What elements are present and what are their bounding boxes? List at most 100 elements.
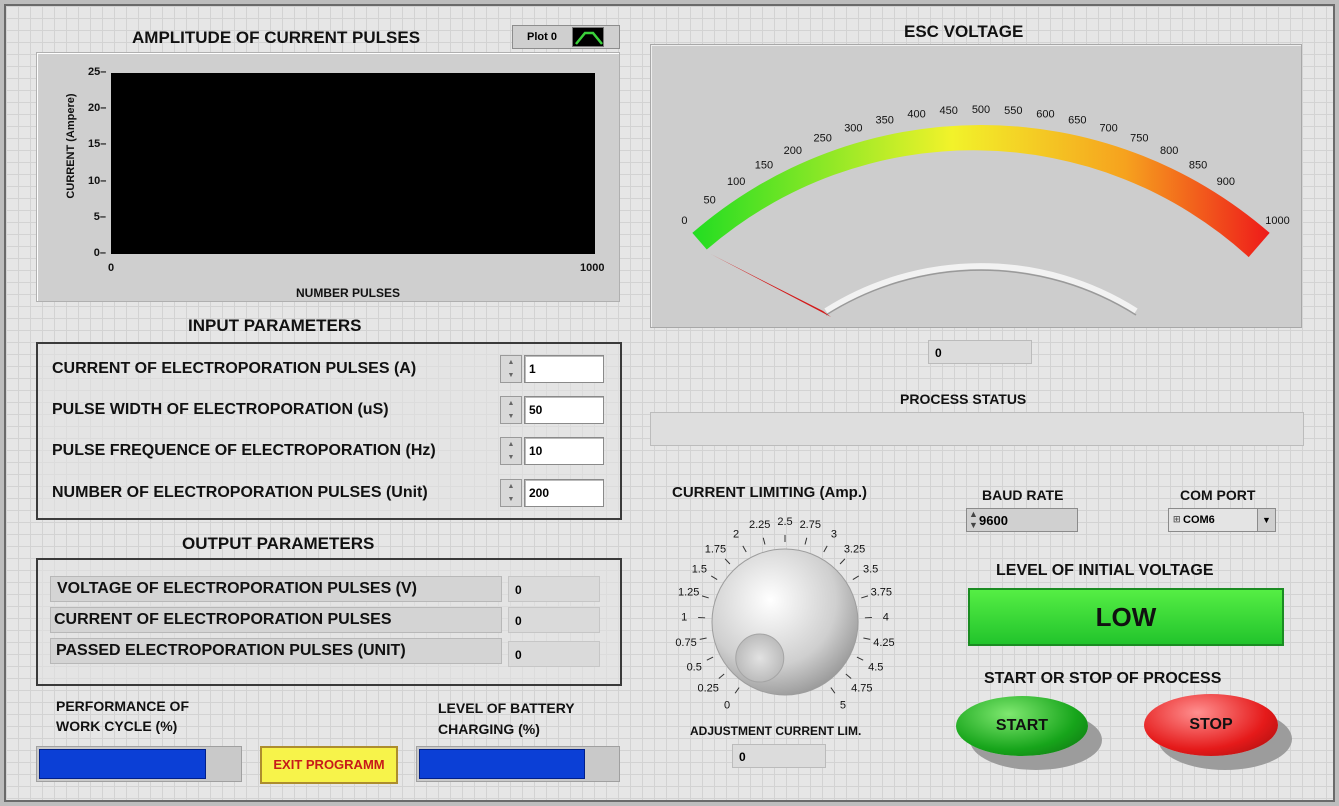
knob-scale-label: 0 <box>724 700 730 712</box>
knob-caption: ADJUSTMENT CURRENT LIM. <box>690 724 862 738</box>
knob-tick <box>863 637 871 640</box>
gauge-scale-label: 850 <box>1189 160 1207 172</box>
knob-tick <box>845 673 852 679</box>
gauge-scale-label: 550 <box>1004 105 1022 117</box>
exit-program-button[interactable]: EXIT PROGRAMM <box>260 746 398 784</box>
gauge-scale-label: 600 <box>1036 109 1054 121</box>
com-port-value[interactable]: COM6 <box>1183 514 1215 526</box>
current-pulses-input[interactable]: 1 <box>524 355 604 383</box>
input-label: PULSE WIDTH OF ELECTROPORATION (uS) <box>52 401 389 418</box>
output-row: VOLTAGE OF ELECTROPORATION PULSES (V) <box>50 576 502 602</box>
battery-bar-fill <box>419 749 585 779</box>
knob-scale-label: 3.75 <box>871 587 892 599</box>
number-pulses-input[interactable]: 200 <box>524 479 604 507</box>
knob-tick <box>861 595 869 599</box>
knob-tick <box>742 545 747 553</box>
pulse-width-control[interactable]: ▲ ▼ 50 <box>500 396 604 424</box>
plot-legend-label: Plot 0 <box>527 31 557 43</box>
knob-tick <box>839 558 846 565</box>
knob-scale-label: 0.25 <box>697 683 718 695</box>
knob-tick <box>830 687 836 694</box>
performance-label: WORK CYCLE (%) <box>56 718 178 734</box>
number-pulses-control[interactable]: ▲ ▼ 200 <box>500 479 604 507</box>
knob-scale-label: 3.25 <box>844 544 865 556</box>
knob-tick <box>804 537 808 545</box>
gauge-scale-label: 700 <box>1099 122 1117 134</box>
y-tick-label: 25– <box>88 66 107 78</box>
knob-scale-label: 0.5 <box>687 661 702 673</box>
spin-arrows-icon[interactable]: ▲ ▼ <box>500 355 522 383</box>
knob-scale-label: 2.75 <box>800 519 821 531</box>
process-control-title: START OR STOP OF PROCESS <box>984 670 1222 687</box>
gauge-scale-label: 200 <box>784 145 802 157</box>
knob-body[interactable] <box>711 548 859 696</box>
plot-line-style-icon[interactable] <box>572 27 604 47</box>
baud-rate-value[interactable]: 9600 <box>979 513 1008 528</box>
knob-scale-label: 2 <box>733 529 739 541</box>
output-label: CURRENT OF ELECTROPORATION PULSES <box>54 611 392 628</box>
spin-arrows-icon[interactable]: ▲ ▼ <box>500 396 522 424</box>
gauge-scale-label: 300 <box>844 122 862 134</box>
knob-scale-label: 5 <box>840 700 846 712</box>
current-limiting-knob[interactable]: 0 0.25 0.5 0.75 1 1.25 1.5 1.75 2 2.25 2.5 2.75 3 3.2… <box>660 510 910 720</box>
gauge-scale-label: 800 <box>1160 145 1178 157</box>
esc-voltage-gauge: 0 50 100 150 200 250 300 350 400 450 500 550 600 650 7… <box>650 44 1302 328</box>
gauge-scale-label: 50 <box>703 195 715 207</box>
battery-bar <box>416 746 620 782</box>
knob-scale-label: 0.75 <box>675 637 696 649</box>
pulse-frequency-input[interactable]: 10 <box>524 437 604 465</box>
knob-tick <box>856 656 864 661</box>
pulse-frequency-control[interactable]: ▲ ▼ 10 <box>500 437 604 465</box>
current-limit-value: 0 <box>732 744 826 768</box>
process-status-title: PROCESS STATUS <box>900 391 1027 407</box>
knob-scale-label: 1 <box>681 612 687 624</box>
esc-voltage-title: ESC VOLTAGE <box>904 22 1024 41</box>
gauge-scale-label: 250 <box>814 133 832 145</box>
knob-tick <box>724 558 731 565</box>
knob-tick <box>706 656 714 661</box>
knob-pointer-dimple[interactable] <box>735 633 785 683</box>
voltage-output-indicator: 0 <box>508 576 600 602</box>
input-label: CURRENT OF ELECTROPORATION PULSES (A) <box>52 360 417 377</box>
stop-button[interactable]: STOP <box>1144 694 1278 756</box>
com-port-label: COM PORT <box>1180 487 1256 503</box>
current-pulses-control[interactable]: ▲ ▼ 1 <box>500 355 604 383</box>
current-limiting-title: CURRENT LIMITING (Amp.) <box>672 484 867 501</box>
passed-pulses-indicator: 0 <box>508 641 600 667</box>
knob-scale-label: 4 <box>883 612 889 624</box>
spin-arrows-icon[interactable]: ▲ ▼ <box>500 479 522 507</box>
gauge-scale-label: 650 <box>1068 114 1086 126</box>
baud-rate-control[interactable]: ▲ ▼ 9600 <box>966 508 1078 532</box>
y-tick-label: 5– <box>93 210 106 223</box>
knob-scale-label: 2.25 <box>749 519 770 531</box>
initial-voltage-indicator: LOW <box>968 588 1284 646</box>
knob-tick <box>701 595 709 599</box>
y-tick-label: 0– <box>93 247 106 259</box>
output-row: CURRENT OF ELECTROPORATION PULSES <box>50 607 502 633</box>
knob-tick <box>699 637 707 640</box>
knob-scale-label: 2.5 <box>777 516 792 528</box>
esc-voltage-value: 0 <box>928 340 1032 364</box>
gauge-scale-label: 500 <box>972 104 990 116</box>
resource-icon: ⊞ <box>1173 514 1181 524</box>
y-tick-label: 20– <box>88 102 107 115</box>
y-tick-label: 10– <box>88 174 107 187</box>
battery-label: LEVEL OF BATTERY <box>438 700 575 716</box>
chevron-down-icon[interactable]: ▼ <box>1257 509 1275 531</box>
knob-scale-label: 3 <box>831 529 837 541</box>
graph-title: AMPLITUDE OF CURRENT PULSES <box>132 28 421 47</box>
gauge-scale-label: 750 <box>1130 133 1148 145</box>
pulse-width-input[interactable]: 50 <box>524 396 604 424</box>
performance-bar <box>36 746 242 782</box>
gauge-needle[interactable] <box>710 254 831 317</box>
process-status-display <box>650 412 1304 446</box>
performance-label: PERFORMANCE OF <box>56 698 189 714</box>
knob-scale-label: 4.75 <box>851 683 872 695</box>
gauge-scale-label: 350 <box>876 114 894 126</box>
com-port-select[interactable]: ⊞ COM6 ▼ <box>1168 508 1276 532</box>
start-button[interactable]: START <box>956 696 1088 756</box>
spin-arrows-icon[interactable]: ▲ ▼ <box>969 509 978 531</box>
plot-area <box>111 73 595 254</box>
gauge-scale-label: 0 <box>681 215 687 227</box>
spin-arrows-icon[interactable]: ▲ ▼ <box>500 437 522 465</box>
